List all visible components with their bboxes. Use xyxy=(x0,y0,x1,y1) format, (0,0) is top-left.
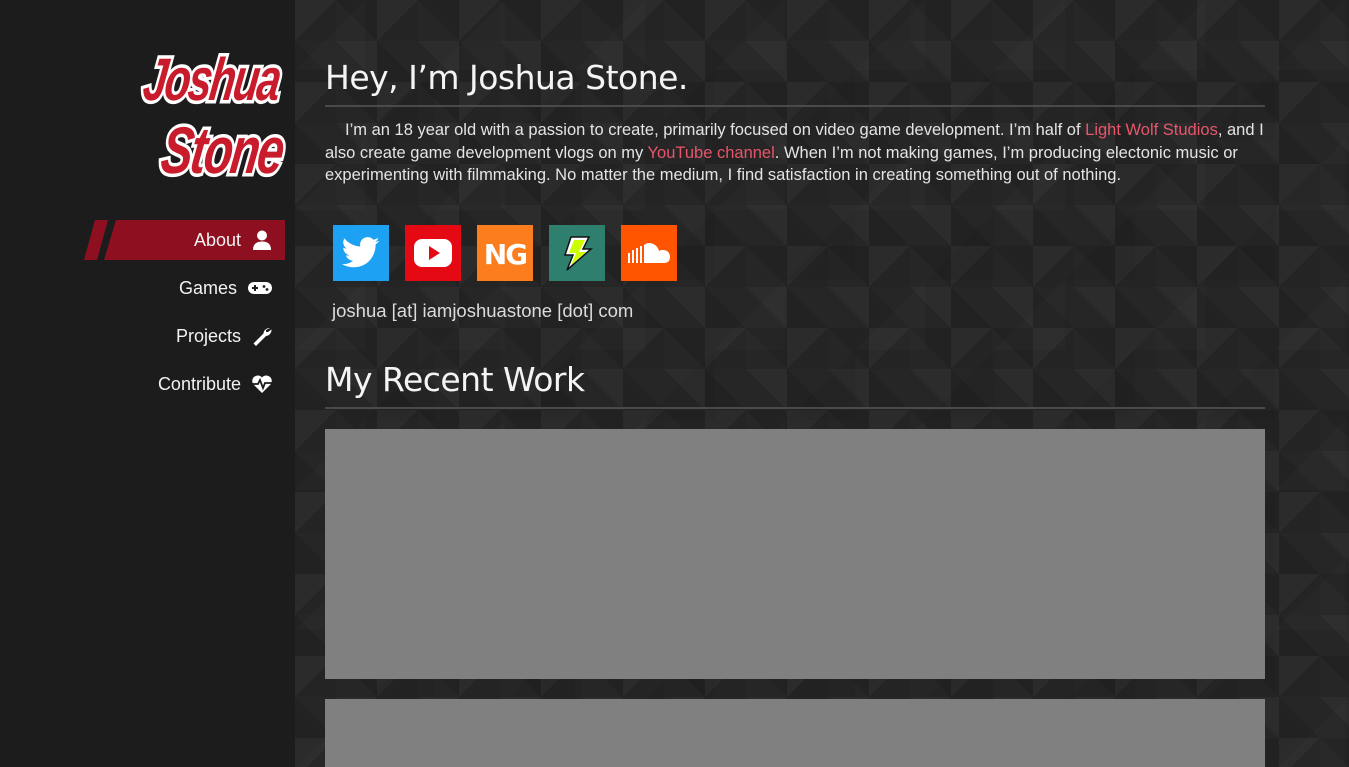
wrench-icon xyxy=(253,327,272,346)
about-section: Hey, I’m Joshua Stone. I’m an 18 year ol… xyxy=(325,58,1265,767)
nav-item-projects[interactable]: Projects xyxy=(0,316,295,356)
nav-item-about[interactable]: About xyxy=(0,220,295,260)
nav-item-games[interactable]: Games xyxy=(0,268,295,308)
nav-label-contribute: Contribute xyxy=(157,373,241,394)
user-icon xyxy=(253,230,271,250)
svg-text:NG: NG xyxy=(484,238,526,270)
svg-text:Joshua: Joshua xyxy=(139,45,285,113)
youtube-channel-link[interactable]: YouTube channel xyxy=(648,144,775,162)
soundcloud-icon xyxy=(628,242,670,263)
soundcloud-button[interactable] xyxy=(621,224,677,281)
recent-work-embed[interactable] xyxy=(325,428,1265,679)
twitter-button[interactable] xyxy=(333,224,389,281)
page-title: Hey, I’m Joshua Stone. xyxy=(325,58,1265,107)
intro-paragraph: I’m an 18 year old with a passion to cre… xyxy=(325,119,1265,187)
main-nav: About Games Projects Contribute xyxy=(0,220,295,412)
gamejolt-button[interactable] xyxy=(549,224,605,281)
nav-label-about: About xyxy=(193,229,241,250)
youtube-icon xyxy=(414,238,452,267)
youtube-button[interactable] xyxy=(405,224,461,281)
main-content: Hey, I’m Joshua Stone. I’m an 18 year ol… xyxy=(295,0,1349,767)
nav-label-projects: Projects xyxy=(175,325,241,346)
svg-text:Stone: Stone xyxy=(157,114,288,183)
light-wolf-studios-link[interactable]: Light Wolf Studios xyxy=(1085,121,1218,139)
recent-work-title: My Recent Work xyxy=(325,360,1265,409)
social-links: NG xyxy=(333,224,1265,281)
site-logo[interactable]: Joshua Stone xyxy=(128,38,288,183)
intro-text-1: I’m an 18 year old with a passion to cre… xyxy=(345,121,1086,139)
nav-item-contribute[interactable]: Contribute xyxy=(0,364,295,404)
heartbeat-icon xyxy=(252,375,272,393)
newgrounds-icon: NG xyxy=(484,238,526,270)
nav-label-games: Games xyxy=(178,277,237,298)
recent-work-embed[interactable] xyxy=(325,698,1265,767)
twitter-icon xyxy=(342,236,380,267)
gamejolt-icon xyxy=(563,235,593,271)
contact-email: joshua [at] iamjoshuastone [dot] com xyxy=(332,299,634,321)
sidebar: Joshua Stone About Games Projects Contri… xyxy=(0,0,295,767)
gamepad-icon xyxy=(248,282,272,294)
newgrounds-button[interactable]: NG xyxy=(477,224,533,281)
